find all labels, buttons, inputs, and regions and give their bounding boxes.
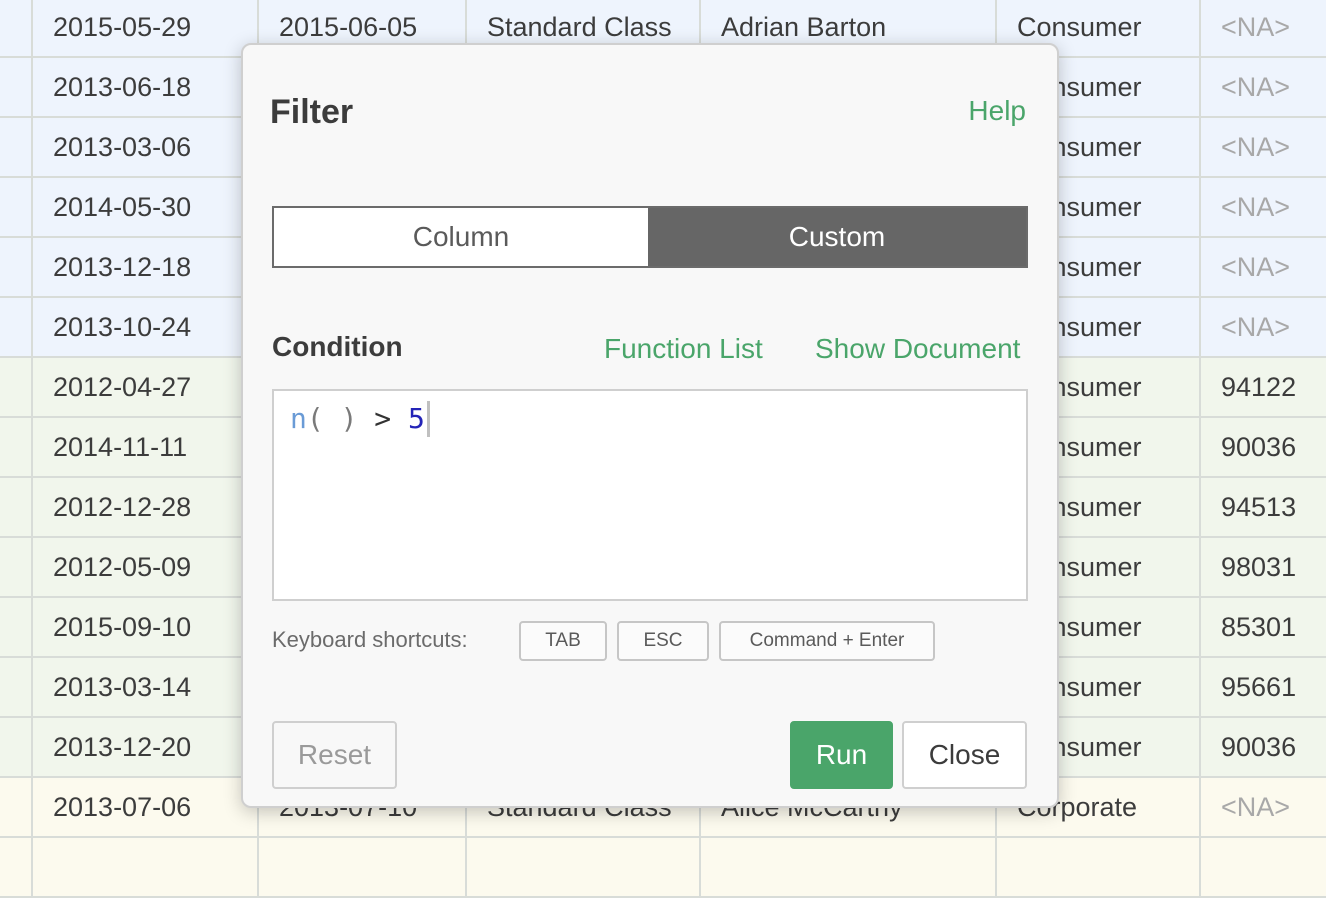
row-handle	[0, 658, 31, 716]
table-cell[interactable]: 2013-03-06	[31, 118, 257, 176]
table-cell[interactable]: 2013-10-24	[31, 298, 257, 356]
table-row[interactable]	[0, 838, 1326, 898]
keyboard-shortcuts-label: Keyboard shortcuts:	[272, 627, 468, 652]
condition-label: Condition	[272, 331, 403, 362]
table-cell[interactable]: <NA>	[1199, 118, 1326, 176]
reset-button[interactable]: Reset	[272, 721, 397, 789]
table-cell[interactable]: 90036	[1199, 718, 1326, 776]
row-handle	[0, 58, 31, 116]
condition-code: n( ) > 5	[290, 401, 430, 437]
table-cell[interactable]	[465, 838, 699, 896]
table-cell[interactable]: 85301	[1199, 598, 1326, 656]
dialog-title: Filter	[270, 93, 354, 131]
tab-column[interactable]: Column	[274, 208, 648, 266]
text-cursor	[426, 401, 430, 437]
table-cell[interactable]	[31, 838, 257, 896]
table-cell[interactable]: <NA>	[1199, 238, 1326, 296]
table-cell[interactable]: 2012-04-27	[31, 358, 257, 416]
code-number-token: 5	[408, 402, 425, 435]
table-cell[interactable]	[995, 838, 1199, 896]
table-cell[interactable]: 2013-06-18	[31, 58, 257, 116]
table-cell[interactable]: <NA>	[1199, 0, 1326, 56]
table-cell[interactable]: <NA>	[1199, 778, 1326, 836]
table-cell[interactable]: 2015-09-10	[31, 598, 257, 656]
function-list-link[interactable]: Function List	[604, 333, 763, 365]
show-document-link[interactable]: Show Document	[815, 333, 1020, 365]
table-cell[interactable]: 95661	[1199, 658, 1326, 716]
row-handle	[0, 418, 31, 476]
row-handle	[0, 838, 31, 896]
table-cell[interactable]: 2014-11-11	[31, 418, 257, 476]
close-button[interactable]: Close	[902, 721, 1027, 789]
run-button[interactable]: Run	[790, 721, 893, 789]
code-operator-token: >	[357, 402, 409, 435]
table-cell[interactable]	[699, 838, 995, 896]
row-handle	[0, 238, 31, 296]
code-paren-token: ( )	[306, 402, 358, 435]
table-cell[interactable]: 2013-03-14	[31, 658, 257, 716]
shortcut-key-tab: TAB	[519, 621, 607, 661]
row-handle	[0, 598, 31, 656]
help-link[interactable]: Help	[968, 95, 1026, 127]
table-cell[interactable]: 90036	[1199, 418, 1326, 476]
table-cell[interactable]: <NA>	[1199, 298, 1326, 356]
table-cell[interactable]: 2014-05-30	[31, 178, 257, 236]
table-cell[interactable]: 2013-12-18	[31, 238, 257, 296]
table-cell[interactable]	[1199, 838, 1326, 896]
row-handle	[0, 538, 31, 596]
row-handle	[0, 778, 31, 836]
table-cell[interactable]: 98031	[1199, 538, 1326, 596]
table-cell[interactable]	[257, 838, 465, 896]
row-handle	[0, 178, 31, 236]
row-handle	[0, 298, 31, 356]
table-cell[interactable]: <NA>	[1199, 178, 1326, 236]
row-handle	[0, 118, 31, 176]
table-cell[interactable]: 94513	[1199, 478, 1326, 536]
table-cell[interactable]: 2013-07-06	[31, 778, 257, 836]
row-handle	[0, 0, 31, 56]
filter-mode-toggle: Column Custom	[272, 206, 1028, 268]
shortcut-key-command-enter: Command + Enter	[719, 621, 935, 661]
filter-dialog: Filter Help Column Custom Condition Func…	[241, 43, 1059, 808]
code-function-token: n	[290, 402, 307, 435]
tab-custom[interactable]: Custom	[648, 208, 1026, 266]
condition-editor[interactable]: n( ) > 5	[272, 389, 1028, 601]
shortcut-key-esc: ESC	[617, 621, 709, 661]
table-cell[interactable]: 2013-12-20	[31, 718, 257, 776]
table-cell[interactable]: 2015-05-29	[31, 0, 257, 56]
row-handle	[0, 718, 31, 776]
row-handle	[0, 478, 31, 536]
row-handle	[0, 358, 31, 416]
table-cell[interactable]: 2012-12-28	[31, 478, 257, 536]
table-cell[interactable]: 94122	[1199, 358, 1326, 416]
table-cell[interactable]: <NA>	[1199, 58, 1326, 116]
table-cell[interactable]: 2012-05-09	[31, 538, 257, 596]
